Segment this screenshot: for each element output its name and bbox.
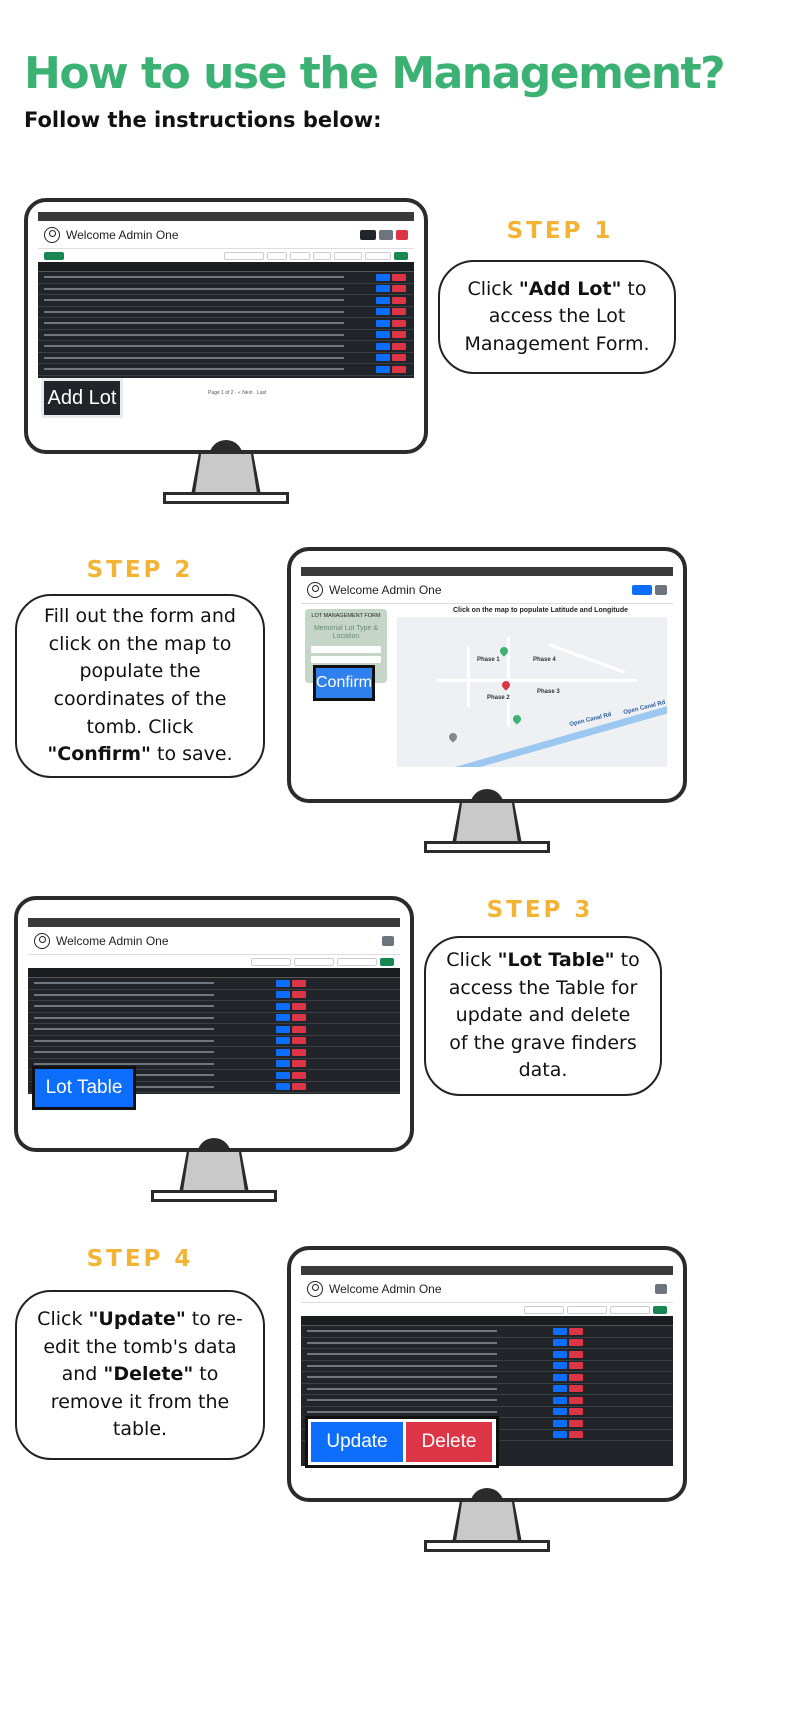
update-button[interactable]: Update <box>311 1422 403 1462</box>
step-1-instructions: Click "Add Lot" to access the Lot Manage… <box>438 260 676 374</box>
monitor-step-4: Welcome Admin One Update Delete <box>287 1246 687 1552</box>
map-heading: Click on the map to populate Latitude an… <box>453 607 628 614</box>
step-2-label: STEP 2 <box>86 557 194 583</box>
monitor-step-1: Welcome Admin One Page 1 of 2 · « Next ·… <box>24 198 428 504</box>
delete-button[interactable]: Delete <box>406 1422 492 1462</box>
map-pin-icon <box>447 731 459 743</box>
page-title: How to use the Management? <box>24 48 726 99</box>
pagination: Page 1 of 2 · « Next · Last <box>208 390 267 396</box>
user-avatar-icon <box>307 581 323 598</box>
screenshot-step-4: Welcome Admin One Update Delete <box>301 1266 673 1472</box>
app-title: Welcome Admin One <box>66 227 179 242</box>
screenshot-step-3: Welcome Admin One Lot Table <box>28 918 400 1114</box>
map-view[interactable]: Phase 1 Phase 4 Phase 3 Phase 2 Open Can… <box>397 617 667 767</box>
map-label: Phase 2 <box>487 695 510 701</box>
form-subtitle: Memorial Lot Type & Location <box>313 625 379 641</box>
confirm-button[interactable]: Confirm <box>313 665 375 701</box>
map-label: Phase 3 <box>537 689 560 695</box>
lot-table <box>38 262 414 378</box>
monitor-step-2: Welcome Admin One LOT MANAGEMENT FORM Me… <box>287 547 687 853</box>
map-label: Phase 1 <box>477 657 500 663</box>
step-4-label: STEP 4 <box>86 1246 194 1272</box>
monitor-step-3: Welcome Admin One Lot Table <box>14 896 414 1202</box>
step-3-label: STEP 3 <box>486 897 594 923</box>
form-title: LOT MANAGEMENT FORM <box>311 613 381 619</box>
step-2-instructions: Fill out the form and click on the map t… <box>15 594 265 778</box>
map-label: Phase 4 <box>533 657 556 663</box>
screenshot-step-2: Welcome Admin One LOT MANAGEMENT FORM Me… <box>301 567 673 773</box>
step-4-instructions: Click "Update" to re-edit the tomb's dat… <box>15 1290 265 1460</box>
page-subtitle: Follow the instructions below: <box>24 108 382 132</box>
app-title: Welcome Admin One <box>329 1281 442 1296</box>
screenshot-step-1: Welcome Admin One Page 1 of 2 · « Next ·… <box>38 212 414 424</box>
app-title: Welcome Admin One <box>56 933 169 948</box>
step-3-instructions: Click "Lot Table" to access the Table fo… <box>424 936 662 1096</box>
step-1-label: STEP 1 <box>506 218 614 244</box>
user-avatar-icon <box>44 226 60 243</box>
map-pin-icon <box>511 713 523 725</box>
user-avatar-icon <box>307 1280 323 1297</box>
add-lot-button[interactable]: Add Lot <box>41 378 123 418</box>
app-title: Welcome Admin One <box>329 582 442 597</box>
user-avatar-icon <box>34 932 50 949</box>
lot-table-button[interactable]: Lot Table <box>32 1066 136 1110</box>
